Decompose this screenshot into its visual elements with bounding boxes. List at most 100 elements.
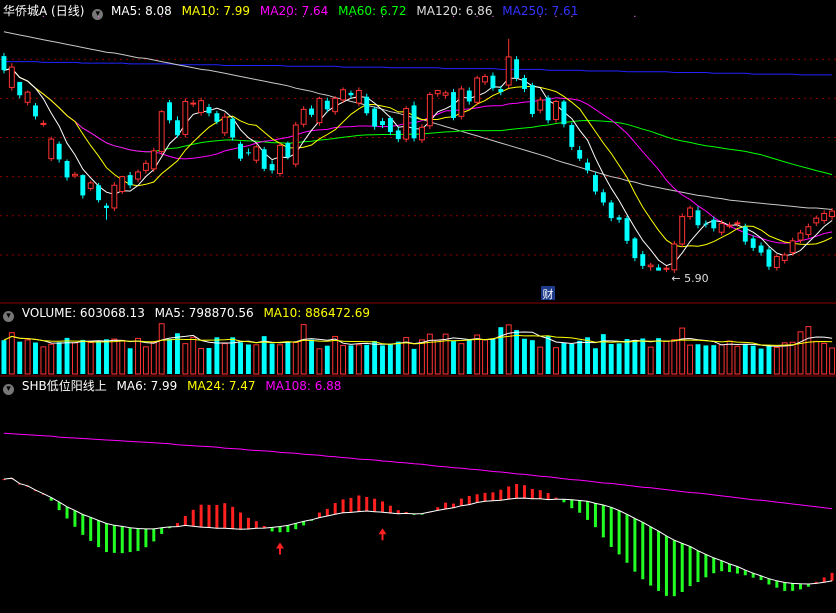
candle-body <box>380 121 385 125</box>
candle-body <box>56 143 62 160</box>
indicator-bar <box>444 502 448 510</box>
volume-bar <box>387 344 393 374</box>
indicator-bar <box>633 518 637 572</box>
volume-bar <box>332 335 339 375</box>
candle-body <box>593 175 598 192</box>
volume-bar <box>158 323 165 375</box>
indicator-bar <box>712 557 716 574</box>
volume-bar <box>789 341 796 375</box>
candle-body <box>766 249 772 267</box>
indicator-bar <box>680 543 684 592</box>
indicator-bar <box>672 540 676 597</box>
candle-body <box>656 267 661 271</box>
indicator-bar <box>609 507 613 547</box>
candle-body <box>206 106 212 114</box>
low-price-marker: ← 5.90 <box>671 272 708 285</box>
buy-signal-arrow-icon <box>275 542 284 555</box>
volume-bar <box>24 339 31 375</box>
volume-bar <box>703 345 709 374</box>
candle-body <box>214 113 220 122</box>
volume-bar <box>135 337 141 375</box>
volume-bar <box>71 342 78 375</box>
marker-dot: · <box>452 12 455 23</box>
volume-bar <box>624 339 630 374</box>
marker-dot: · <box>476 12 479 23</box>
volume-bar <box>104 339 109 374</box>
candle-body <box>190 102 197 105</box>
candle-body <box>300 108 307 125</box>
indicator-bar <box>223 503 227 529</box>
volume-bar <box>324 345 330 374</box>
volume-bar <box>285 341 291 374</box>
candle-body <box>158 111 165 153</box>
volume-bar <box>269 343 275 374</box>
volume-bar <box>206 348 212 374</box>
candle-body <box>545 97 551 121</box>
candle-body <box>64 161 70 178</box>
candle-body <box>403 108 410 140</box>
indicator-bar <box>325 508 329 516</box>
candle-body <box>142 162 149 171</box>
volume-bar <box>514 330 520 374</box>
volume-bar <box>96 340 102 374</box>
candle-body <box>111 184 118 209</box>
volume-bar <box>490 339 496 374</box>
candle-body <box>261 149 267 169</box>
indicator-bar <box>207 504 211 528</box>
indicator-bar <box>215 505 219 529</box>
candle-body <box>529 85 535 115</box>
volume-bar <box>474 334 481 375</box>
volume-bar <box>56 342 62 374</box>
volume-bar <box>632 340 638 374</box>
indicator-bar <box>294 523 298 530</box>
volume-bar <box>656 338 661 374</box>
indicator-bar <box>97 520 101 548</box>
candle-body <box>608 202 614 219</box>
marker-dot: · <box>97 12 100 23</box>
indicator-bar <box>199 504 203 528</box>
indicator-bar <box>341 499 345 513</box>
volume-bar <box>711 345 717 374</box>
indicator-bar <box>73 510 77 527</box>
marker-dot: · <box>207 12 210 23</box>
candle-body <box>600 192 606 203</box>
volume-bar <box>505 324 512 375</box>
candle-body <box>711 219 717 229</box>
volume-bar <box>355 344 362 375</box>
candle-body <box>482 75 488 83</box>
indicator-bar <box>365 496 369 512</box>
indicator-ma108-line <box>3 432 833 510</box>
indicator-bar <box>515 484 519 499</box>
volume-bar <box>17 341 23 374</box>
indicator-bar <box>617 510 621 555</box>
indicator-bar <box>373 498 377 512</box>
indicator-bar <box>89 517 93 541</box>
volume-bar <box>238 342 243 374</box>
volume-bar <box>750 345 756 374</box>
volume-bar <box>545 336 551 374</box>
indicator-bar <box>317 512 321 518</box>
volume-bar <box>277 344 283 375</box>
candle-body <box>33 105 38 117</box>
volume-bar <box>198 348 205 375</box>
volume-bar <box>781 342 788 375</box>
candle-body <box>829 210 836 218</box>
marker-dot: · <box>42 12 45 23</box>
candle-body <box>127 175 133 186</box>
candle-body <box>8 66 15 88</box>
volume-bar <box>142 346 149 375</box>
volume-bar <box>647 346 654 375</box>
volume-bar <box>537 346 544 375</box>
marker-dot: · <box>381 12 384 23</box>
candle-body <box>309 108 314 115</box>
volume-bar <box>309 339 314 374</box>
volume-bar <box>805 326 812 375</box>
volume-bar <box>182 343 189 375</box>
indicator-bar <box>546 493 550 500</box>
volume-bar <box>482 339 488 375</box>
candle-body <box>442 92 449 96</box>
volume-bar <box>695 344 701 374</box>
volume-bar <box>569 343 575 374</box>
stock-chart[interactable]: · · · · · · · · · · · · · · · ← 5.90 财 <box>0 0 836 613</box>
candle-body <box>230 118 236 138</box>
